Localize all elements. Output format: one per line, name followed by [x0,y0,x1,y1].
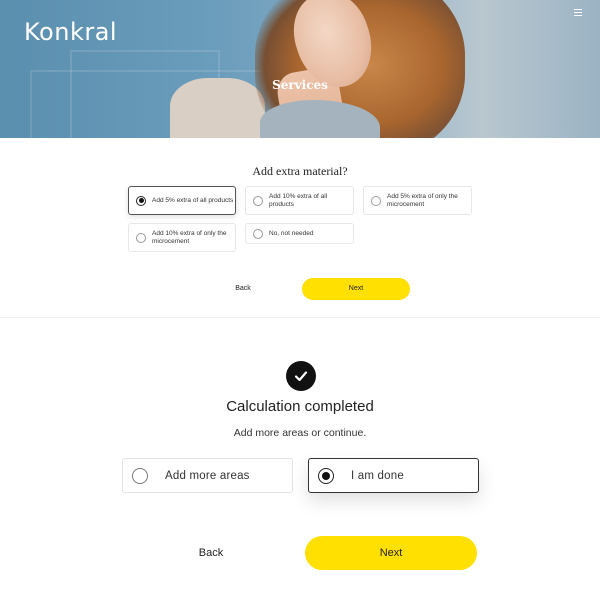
option-label: Add more areas [165,469,250,482]
step-question: Add extra material? [252,164,348,178]
radio-icon [132,467,148,484]
option-label: I am done [351,469,404,482]
next-button[interactable]: Next [305,536,477,570]
back-button[interactable]: Back [176,536,246,570]
option-label: Add 5% extra of only the microcement [387,192,458,208]
page-title: Services [272,78,328,92]
next-button[interactable]: Next [302,278,410,300]
option-label: No, not needed [269,229,314,237]
option-not-needed[interactable]: No, not needed [245,223,354,244]
radio-icon [371,195,381,206]
option-label: Add 10% extra of all products [269,192,328,208]
option-add-10-all[interactable]: Add 10% extra of all products [245,186,354,215]
option-add-10-microcement[interactable]: Add 10% extra of only the microcement [128,223,236,252]
radio-icon [253,195,263,206]
completion-title: Calculation completed [226,398,374,415]
option-add-5-microcement[interactable]: Add 5% extra of only the microcement [363,186,472,215]
extra-material-step: Add extra material? Add 5% extra of all … [0,138,600,318]
brand-logo[interactable]: Konkral [24,18,117,46]
option-i-am-done[interactable]: I am done [308,458,479,493]
hero-banner: Konkral Services [0,0,600,138]
radio-icon [253,228,263,239]
back-button[interactable]: Back [210,278,276,300]
option-label: Add 5% extra of all products [152,196,234,204]
radio-selected-icon [136,195,146,206]
option-label: Add 10% extra of only the microcement [152,229,227,245]
completion-subtitle: Add more areas or continue. [233,427,367,439]
option-add-more-areas[interactable]: Add more areas [122,458,293,493]
hamburger-menu-icon[interactable] [574,9,582,17]
radio-selected-icon [318,467,334,484]
checkmark-icon [286,361,316,391]
option-add-5-all[interactable]: Add 5% extra of all products [128,186,236,215]
radio-icon [136,232,146,243]
